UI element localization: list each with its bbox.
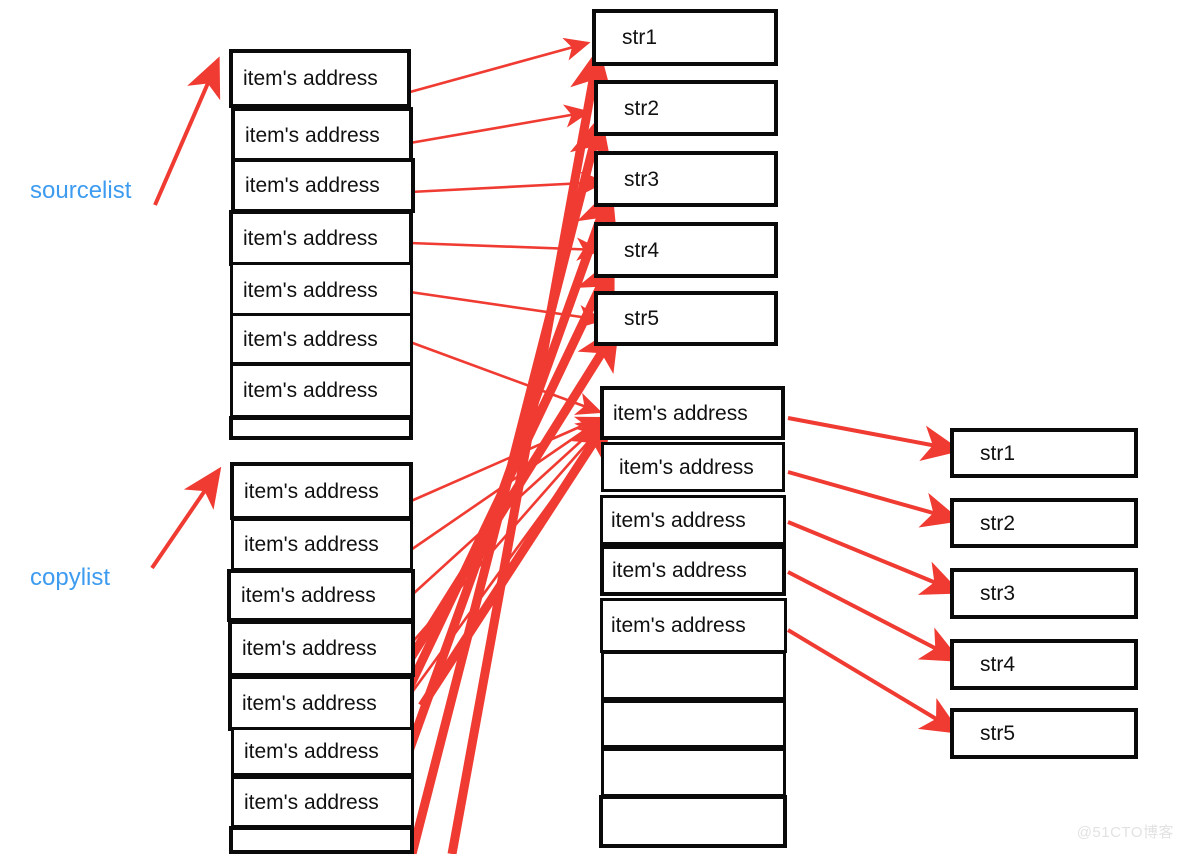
middlelist-row[interactable]: item's address — [600, 545, 786, 596]
string-box-top[interactable]: str3 — [594, 151, 778, 207]
string-box-top[interactable]: str5 — [594, 291, 778, 346]
string-box-label: str5 — [624, 307, 660, 330]
sourcelist-row-label: item's address — [243, 379, 378, 402]
label-arrows — [150, 56, 222, 570]
sourcelist-row[interactable]: item's address — [229, 49, 411, 108]
copylist-row[interactable]: item's address — [227, 569, 415, 622]
copylist-row[interactable]: item's address — [231, 727, 414, 776]
middlelist-row-empty[interactable] — [599, 795, 787, 848]
string-box-label: str1 — [980, 441, 1016, 465]
string-box-bottom[interactable]: str4 — [950, 639, 1138, 690]
copylist-row[interactable]: item's address — [231, 776, 414, 828]
string-box-label: str2 — [624, 96, 660, 120]
middlelist-row-label: item's address — [613, 401, 748, 425]
copylist-row-label: item's address — [244, 740, 379, 763]
middlelist-row[interactable]: item's address — [600, 598, 787, 653]
sourcelist-to-string-arrows — [409, 37, 607, 415]
copylist-row[interactable]: item's address — [231, 518, 413, 571]
string-box-bottom[interactable]: str5 — [950, 708, 1138, 759]
middlelist-row[interactable]: item's address — [600, 386, 785, 440]
sourcelist-row-label: item's address — [243, 327, 378, 351]
sourcelist-row[interactable]: item's address — [231, 107, 413, 163]
string-box-top[interactable]: str4 — [594, 222, 778, 278]
string-box-bottom[interactable]: str1 — [950, 428, 1138, 478]
string-box-bottom[interactable]: str3 — [950, 568, 1138, 619]
middlelist-to-string-arrows — [786, 416, 962, 735]
sourcelist-row-label: item's address — [243, 279, 378, 302]
sourcelist-row[interactable]: item's address — [230, 262, 413, 319]
sourcelist-row[interactable]: item's address — [230, 363, 413, 418]
copylist-row-label: item's address — [244, 790, 379, 814]
string-box-label: str3 — [980, 582, 1016, 605]
watermark: @51CTO博客 — [1076, 824, 1174, 841]
middlelist-row-empty[interactable] — [601, 700, 786, 748]
string-box-top[interactable]: str2 — [594, 80, 778, 136]
copylist-to-middlelist-arrows — [400, 416, 608, 707]
string-box-label: str4 — [980, 653, 1016, 676]
string-box-bottom[interactable]: str2 — [950, 498, 1138, 548]
diagram-canvas: sourcelist copylist item's address item'… — [0, 0, 1184, 854]
string-box-label: str1 — [622, 26, 658, 49]
copylist-row[interactable]: item's address — [230, 462, 413, 520]
middlelist-row-empty[interactable] — [601, 651, 786, 700]
string-box-label: str5 — [980, 722, 1016, 745]
sourcelist-row[interactable]: item's address — [231, 158, 415, 213]
annotation-sourcelist: sourcelist — [30, 177, 132, 204]
string-box-label: str3 — [624, 167, 660, 191]
middlelist-row[interactable]: item's address — [600, 495, 786, 545]
annotation-copylist: copylist — [30, 564, 111, 591]
sourcelist-row-label: item's address — [245, 123, 380, 147]
string-box-top[interactable]: str1 — [592, 9, 778, 66]
middlelist-row-label: item's address — [619, 455, 754, 479]
sourcelist-row[interactable]: item's address — [229, 210, 413, 266]
copylist-row[interactable]: item's address — [228, 675, 414, 731]
copylist-row-label: item's address — [241, 584, 376, 607]
copylist-row-partial[interactable] — [229, 826, 414, 854]
sourcelist-row-label: item's address — [243, 67, 378, 90]
sourcelist-row-partial[interactable] — [229, 416, 413, 440]
sourcelist-row-label: item's address — [243, 226, 378, 250]
middlelist-row-label: item's address — [611, 508, 746, 532]
string-box-label: str2 — [980, 511, 1016, 535]
copylist-row[interactable]: item's address — [228, 620, 415, 677]
sourcelist-row[interactable]: item's address — [230, 313, 413, 365]
middlelist-row[interactable]: item's address — [601, 442, 785, 492]
string-box-label: str4 — [624, 238, 660, 262]
copylist-row-label: item's address — [242, 637, 377, 660]
copylist-row-label: item's address — [242, 691, 377, 715]
middlelist-row-label: item's address — [611, 614, 746, 637]
middlelist-row-empty[interactable] — [601, 748, 786, 797]
sourcelist-row-label: item's address — [245, 174, 380, 197]
copylist-row-label: item's address — [244, 479, 379, 503]
copylist-row-label: item's address — [244, 533, 379, 556]
middlelist-row-label: item's address — [612, 559, 747, 582]
